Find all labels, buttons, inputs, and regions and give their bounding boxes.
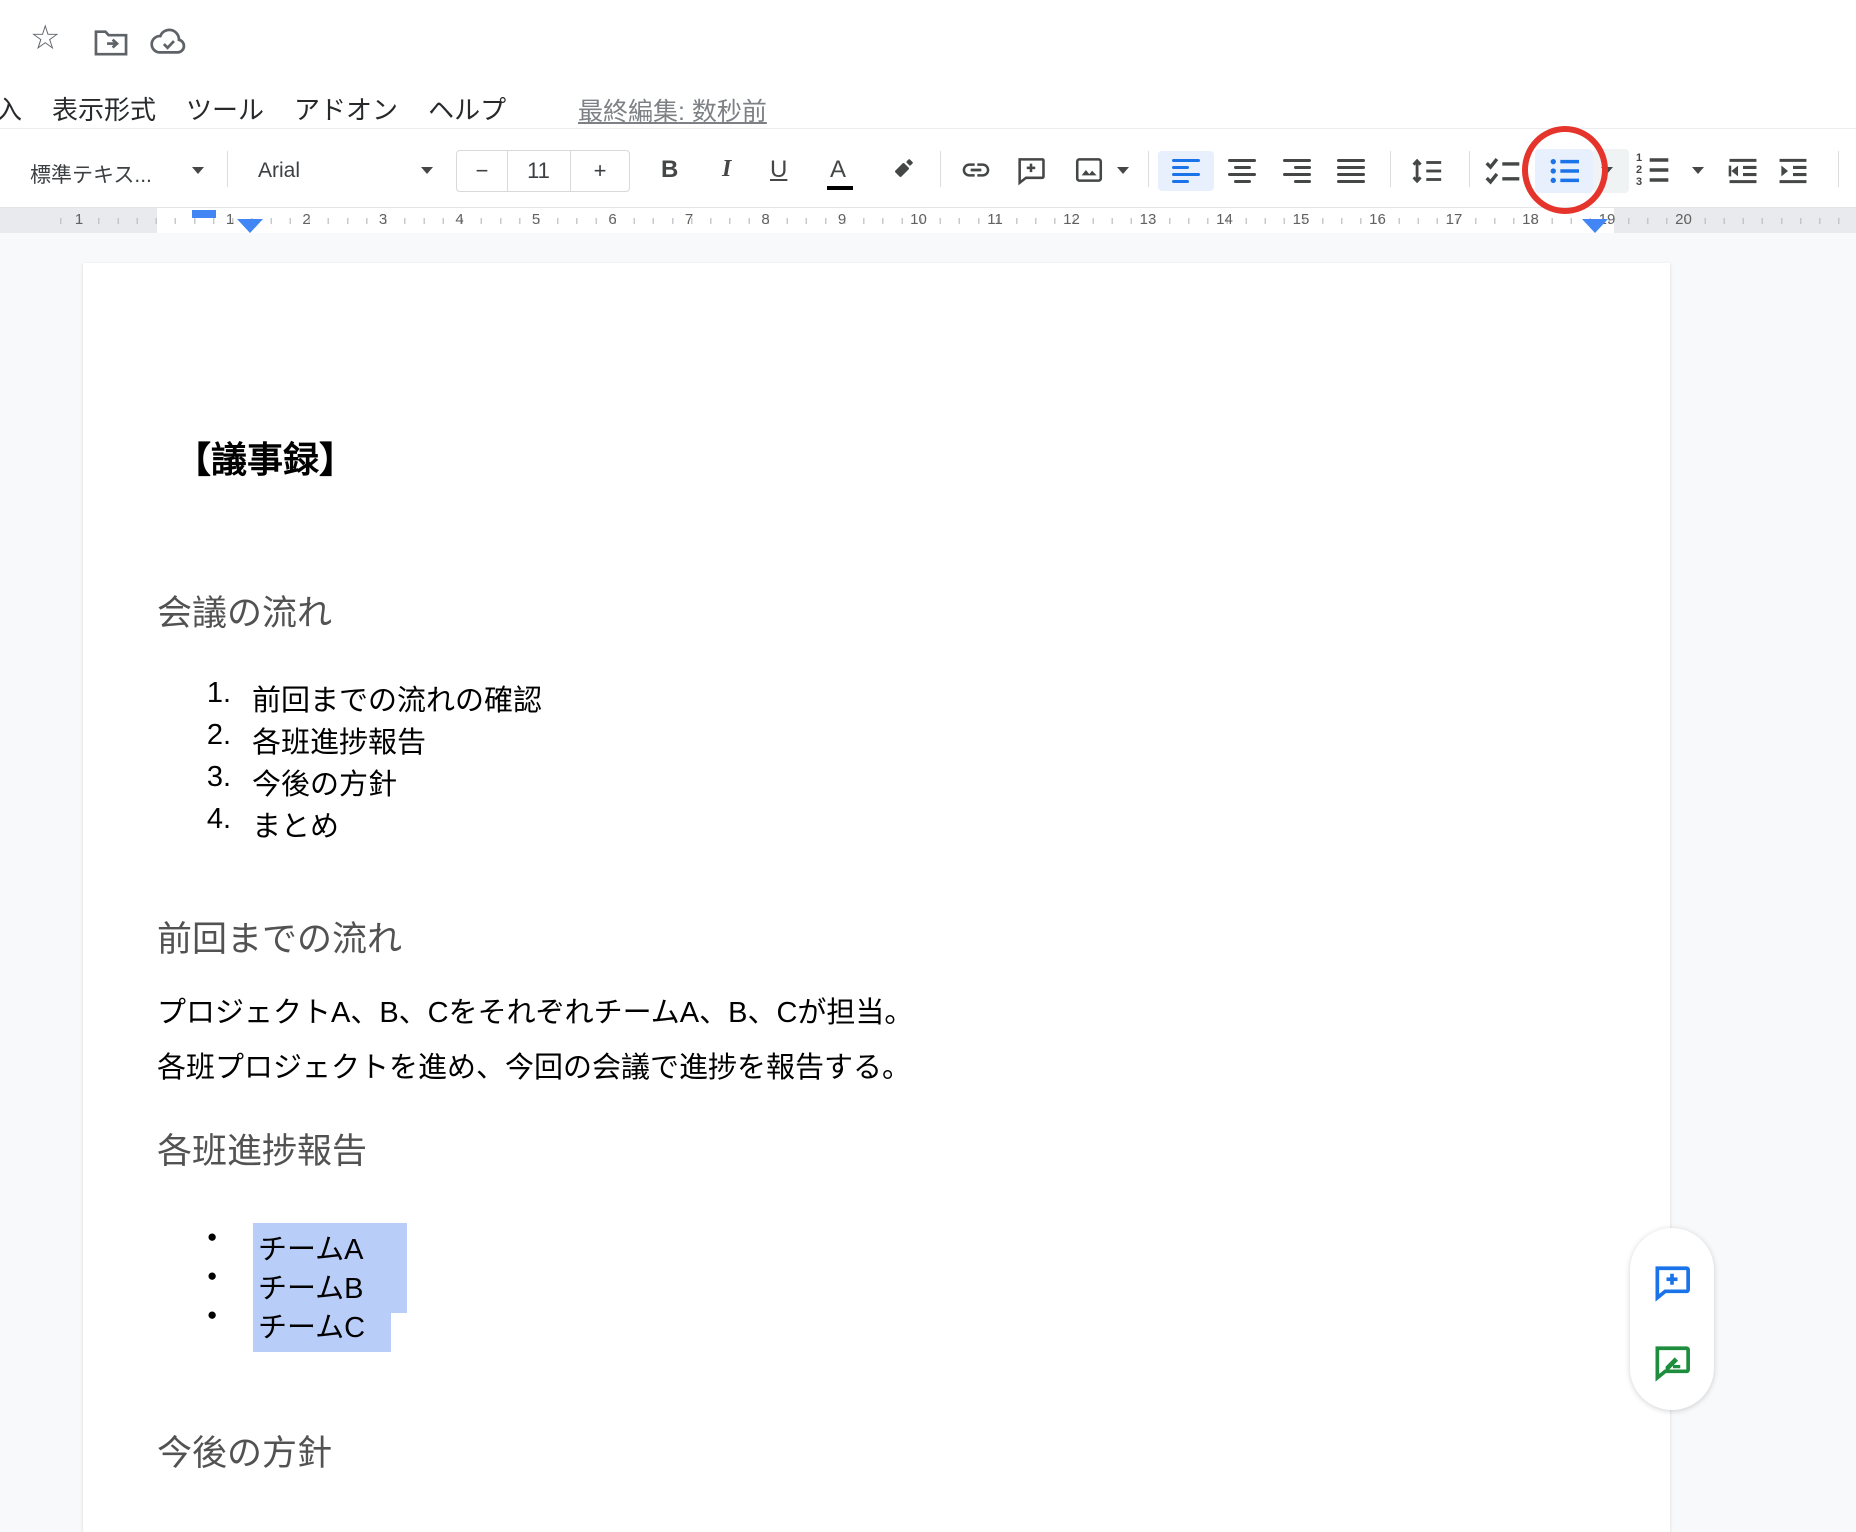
- numbered-list-dropdown-arrow[interactable]: [1692, 167, 1704, 174]
- separator: [227, 151, 228, 187]
- separator: [1838, 151, 1839, 187]
- increase-font-size-button[interactable]: +: [570, 151, 630, 191]
- cloud-saved-icon[interactable]: [148, 26, 190, 58]
- list-number: 2.: [195, 719, 231, 752]
- font-size-input[interactable]: 11: [507, 151, 570, 191]
- ruler-number: 3: [379, 211, 387, 228]
- insert-image-icon[interactable]: [1071, 153, 1107, 187]
- insert-link-icon[interactable]: [956, 154, 996, 186]
- horizontal-ruler[interactable]: 1 1234567891011121314151617181920: [0, 207, 1856, 233]
- underline-button[interactable]: U: [770, 156, 787, 184]
- ruler-number: 4: [455, 211, 463, 228]
- italic-button[interactable]: I: [722, 156, 731, 183]
- ruler-number: 9: [838, 211, 846, 228]
- ruler-margin-number: 1: [75, 211, 83, 228]
- font-dropdown-arrow[interactable]: [421, 167, 433, 174]
- separator: [940, 151, 941, 187]
- add-comment-icon[interactable]: [1014, 153, 1048, 187]
- heading-future-policy: 今後の方針: [157, 1425, 332, 1476]
- right-indent-marker[interactable]: [1582, 219, 1608, 233]
- suggest-edits-floating-button[interactable]: [1650, 1340, 1694, 1384]
- menu-bar: 入表示形式ツールアドオンヘルプ: [0, 90, 506, 127]
- text-color-bar: [827, 186, 853, 190]
- first-line-indent-marker[interactable]: [192, 210, 216, 218]
- list-item-text: 今後の方針: [252, 761, 397, 803]
- bullet-glyph: ●: [207, 1305, 217, 1325]
- menu-item[interactable]: 表示形式: [52, 90, 156, 127]
- toolbar: 標準テキス... Arial − 11 + B I U A: [0, 128, 1856, 207]
- align-left-button[interactable]: [1172, 159, 1200, 183]
- ruler-number: 5: [532, 211, 540, 228]
- decrease-font-size-button[interactable]: −: [457, 151, 507, 191]
- style-dropdown-arrow[interactable]: [192, 167, 204, 174]
- align-center-button[interactable]: [1228, 159, 1256, 183]
- separator: [1390, 151, 1391, 187]
- justify-button[interactable]: [1337, 159, 1365, 183]
- bullet-glyph: ●: [207, 1266, 217, 1286]
- ruler-number: 1: [226, 211, 234, 228]
- separator: [1148, 151, 1149, 187]
- bulleted-list-button[interactable]: [1547, 155, 1583, 187]
- list-item-text: まとめ: [252, 803, 339, 845]
- star-icon[interactable]: ☆: [30, 18, 60, 58]
- last-edit-link[interactable]: 最終編集: 数秒前: [578, 92, 767, 128]
- heading-meeting-flow: 会議の流れ: [157, 585, 332, 636]
- body-text-line: プロジェクトA、B、CをそれぞれチームA、B、Cが担当。: [157, 989, 913, 1031]
- doc-title: 【議事録】: [175, 431, 355, 483]
- move-folder-icon[interactable]: [92, 26, 130, 58]
- paragraph-style-selector[interactable]: 標準テキス...: [30, 159, 180, 189]
- body-text-line: 各班プロジェクトを進め、今回の会議で進捗を報告する。: [157, 1044, 911, 1086]
- heading-progress-report: 各班進捗報告: [157, 1123, 367, 1174]
- selected-text: チームC: [253, 1301, 391, 1352]
- checklist-button[interactable]: [1484, 154, 1522, 188]
- decrease-indent-button[interactable]: [1724, 154, 1762, 188]
- line-spacing-icon[interactable]: [1408, 154, 1446, 188]
- ruler-number: 7: [685, 211, 693, 228]
- ruler-number: 11: [987, 211, 1003, 228]
- document-canvas: 【議事録】 会議の流れ 1. 前回までの流れの確認 2. 各班進捗報告: [0, 233, 1856, 1532]
- font-family-selector[interactable]: Arial: [258, 159, 300, 183]
- list-number: 4.: [195, 803, 231, 836]
- ruler-number: 2: [302, 211, 310, 228]
- bulleted-list-dropdown-arrow[interactable]: [1601, 167, 1613, 174]
- ruler-number: 14: [1216, 211, 1233, 228]
- menu-item[interactable]: ヘルプ: [428, 90, 506, 127]
- ruler-number: 20: [1675, 211, 1692, 228]
- menu-item[interactable]: 入: [0, 90, 22, 127]
- ruler-number: 6: [608, 211, 616, 228]
- ruler-number: 13: [1140, 211, 1157, 228]
- list-item-text: 前回までの流れの確認: [252, 677, 542, 719]
- image-dropdown-arrow[interactable]: [1117, 167, 1129, 174]
- ruler-number: 12: [1063, 211, 1080, 228]
- font-size-control: − 11 +: [456, 150, 630, 192]
- ruler-number: 17: [1446, 211, 1463, 228]
- left-indent-marker[interactable]: [237, 219, 263, 233]
- list-item-text: 各班進捗報告: [252, 719, 426, 761]
- menu-item[interactable]: アドオン: [294, 90, 398, 127]
- google-docs-window: ☆ 入表示形式ツールアドオンヘルプ 最終編集: 数秒前 標準テキス... Ari…: [0, 0, 1856, 1532]
- bullet-glyph: ●: [207, 1227, 217, 1247]
- add-comment-floating-button[interactable]: [1650, 1260, 1694, 1304]
- floating-action-pill: [1630, 1228, 1714, 1410]
- ruler-number: 18: [1522, 211, 1539, 228]
- align-right-button[interactable]: [1283, 159, 1311, 183]
- ruler-number: 10: [910, 211, 927, 228]
- ruler-number: 8: [761, 211, 769, 228]
- ruler-number: 16: [1369, 211, 1386, 228]
- increase-indent-button[interactable]: [1774, 154, 1812, 188]
- heading-previous-flow: 前回までの流れ: [157, 911, 402, 962]
- document-page[interactable]: 【議事録】 会議の流れ 1. 前回までの流れの確認 2. 各班進捗報告: [83, 263, 1670, 1532]
- highlight-color-icon[interactable]: [884, 153, 920, 187]
- menu-item[interactable]: ツール: [186, 90, 264, 127]
- list-number: 3.: [195, 761, 231, 794]
- text-color-button[interactable]: A: [830, 156, 846, 184]
- ruler-number: 15: [1293, 211, 1310, 228]
- separator: [1469, 151, 1470, 187]
- bold-button[interactable]: B: [661, 156, 678, 184]
- list-number: 1.: [195, 677, 231, 710]
